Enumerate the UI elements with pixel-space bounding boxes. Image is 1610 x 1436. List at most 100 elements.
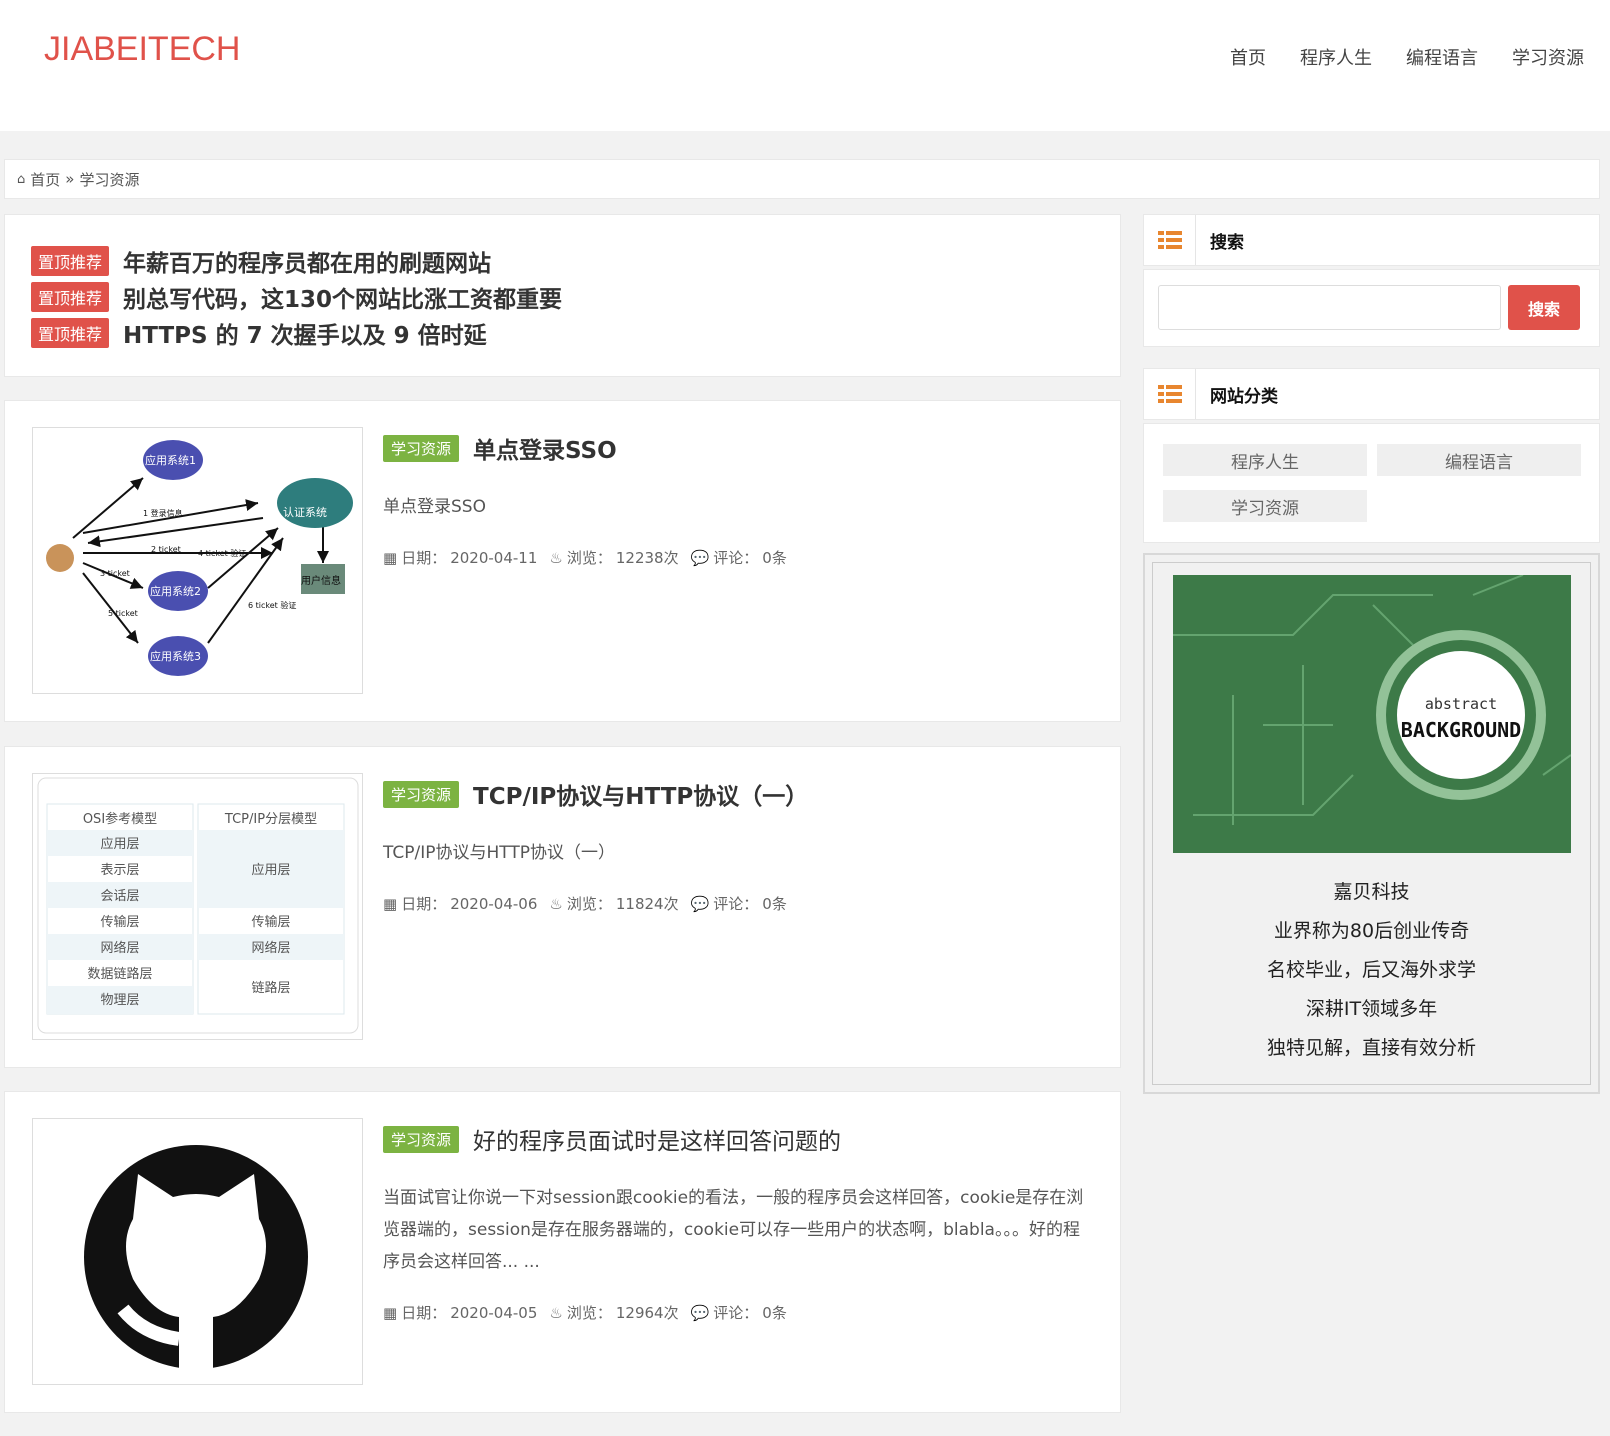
post-card: 应用系统1 认证系统 应用系统2 应用系统3 用户信息 1 登录信息 2 tick… <box>4 400 1121 722</box>
search-widget: 搜索 <box>1143 269 1600 347</box>
search-widget-header: 搜索 <box>1143 214 1600 266</box>
comments-icon: 💬 <box>690 1303 710 1322</box>
post-date: 2020-04-05 <box>450 1303 538 1322</box>
company-ad: abstract BACKGROUND 嘉贝科技 业界称为80后创业传奇 名校毕… <box>1143 553 1600 1094</box>
diagram-node: 应用系统1 <box>145 453 196 467</box>
list-icon <box>1157 231 1182 249</box>
svg-text:应用层: 应用层 <box>251 862 290 878</box>
calendar-icon: ▦ <box>383 894 398 913</box>
svg-text:传输层: 传输层 <box>100 914 139 930</box>
post-views: 12238次 <box>615 549 679 567</box>
post-card: OSI参考模型 TCP/IP分层模型 应用层 表示层 会话层 传输层 网络层 数据链路层 物理… <box>4 746 1121 1068</box>
ad-image[interactable]: abstract BACKGROUND <box>1173 575 1571 853</box>
post-title[interactable]: 单点登录SSO <box>473 431 617 465</box>
nav-home[interactable]: 首页 <box>1230 44 1266 70</box>
search-button[interactable]: 搜索 <box>1508 285 1580 330</box>
svg-text:4 ticket 验证: 4 ticket 验证 <box>198 548 246 558</box>
ad-line: 独特见解，直接有效分析 <box>1266 1037 1476 1059</box>
home-icon: ⌂ <box>17 171 26 187</box>
post-comments: 0条 <box>762 1304 787 1322</box>
diagram-node: 用户信息 <box>301 574 341 587</box>
pinned-badge: 置顶推荐 <box>31 282 110 312</box>
svg-text:2 ticket: 2 ticket <box>151 545 181 554</box>
ad-image-small-text: abstract <box>1425 695 1497 713</box>
post-meta: ▦ 日期： 2020-04-06 ♨ 浏览： 11824次 💬 评论： 0条 <box>383 894 787 914</box>
svg-text:网络层: 网络层 <box>100 940 139 956</box>
svg-text:表示层: 表示层 <box>100 863 139 878</box>
category-badge[interactable]: 学习资源 <box>383 780 460 808</box>
post-excerpt: 单点登录SSO <box>383 497 486 517</box>
svg-text:6 ticket 验证: 6 ticket 验证 <box>248 600 296 610</box>
post-card: 学习资源 好的程序员面试时是这样回答问题的 当面试官让你说一下对session跟c… <box>4 1091 1121 1413</box>
comments-icon: 💬 <box>690 548 710 567</box>
post-meta: ▦ 日期： 2020-04-05 ♨ 浏览： 12964次 💬 评论： 0条 <box>383 1303 787 1323</box>
pinned-post-title[interactable]: HTTPS 的 7 次握手以及 9 倍时延 <box>123 316 487 350</box>
post-thumbnail-github-logo[interactable] <box>32 1118 363 1385</box>
search-input[interactable] <box>1158 285 1501 330</box>
pinned-posts: 置顶推荐 年薪百万的程序员都在用的刷题网站 置顶推荐 别总写代码，这130个网站比涨… <box>4 214 1121 377</box>
breadcrumb-current: 学习资源 <box>79 170 140 189</box>
pinned-badge: 置顶推荐 <box>31 246 110 276</box>
pinned-badge: 置顶推荐 <box>31 318 110 348</box>
category-link[interactable]: 程序人生 <box>1163 444 1367 476</box>
widget-title: 搜索 <box>1210 232 1244 253</box>
post-excerpt: 当面试官让你说一下对session跟cookie的看法，一般的程序员会这样回答，… <box>383 1188 1084 1272</box>
pinned-post-title[interactable]: 年薪百万的程序员都在用的刷题网站 <box>123 244 491 278</box>
fire-icon: ♨ <box>549 548 563 567</box>
ad-line: 名校毕业，后又海外求学 <box>1266 959 1476 981</box>
pinned-post[interactable]: 置顶推荐 别总写代码，这130个网站比涨工资都重要 <box>31 279 1094 315</box>
post-views: 11824次 <box>615 895 679 913</box>
ad-line: 业界称为80后创业传奇 <box>1273 920 1470 942</box>
svg-text:TCP/IP分层模型: TCP/IP分层模型 <box>224 812 317 827</box>
svg-text:应用层: 应用层 <box>100 836 139 852</box>
pinned-post-title[interactable]: 别总写代码，这130个网站比涨工资都重要 <box>123 280 562 314</box>
post-title[interactable]: TCP/IP协议与HTTP协议（一） <box>473 777 808 811</box>
svg-text:传输层: 传输层 <box>251 914 290 930</box>
widget-title: 网站分类 <box>1210 386 1278 407</box>
breadcrumb-home[interactable]: 首页 <box>30 169 60 190</box>
pinned-post[interactable]: 置顶推荐 HTTPS 的 7 次握手以及 9 倍时延 <box>31 315 1094 351</box>
calendar-icon: ▦ <box>383 548 398 567</box>
svg-text:数据链路层: 数据链路层 <box>87 966 152 982</box>
post-meta: ▦ 日期： 2020-04-11 ♨ 浏览： 12238次 💬 评论： 0条 <box>383 548 787 568</box>
diagram-node: 认证系统 <box>283 506 327 519</box>
post-comments: 0条 <box>762 895 787 913</box>
category-link[interactable]: 学习资源 <box>1163 490 1367 522</box>
categories-widget: 程序人生 编程语言 学习资源 <box>1143 423 1600 543</box>
svg-text:OSI参考模型: OSI参考模型 <box>83 811 157 827</box>
site-logo[interactable]: JIABEITECH <box>44 30 240 69</box>
diagram-node: 应用系统2 <box>150 584 201 598</box>
post-thumbnail-osi-table[interactable]: OSI参考模型 TCP/IP分层模型 应用层 表示层 会话层 传输层 网络层 数据链路层 物理… <box>32 773 363 1040</box>
ad-image-big-text: BACKGROUND <box>1401 718 1521 742</box>
diagram-node: 应用系统3 <box>150 649 201 663</box>
svg-text:3 ticket: 3 ticket <box>100 569 130 578</box>
breadcrumb-separator: » <box>65 170 75 188</box>
fire-icon: ♨ <box>549 894 563 913</box>
post-date: 2020-04-11 <box>450 548 538 567</box>
post-date: 2020-04-06 <box>450 894 538 913</box>
nav-programmer-life[interactable]: 程序人生 <box>1300 44 1372 70</box>
svg-text:物理层: 物理层 <box>100 993 139 1008</box>
svg-text:1 登录信息: 1 登录信息 <box>143 508 183 518</box>
list-icon <box>1157 385 1182 403</box>
post-thumbnail-sso-diagram[interactable]: 应用系统1 认证系统 应用系统2 应用系统3 用户信息 1 登录信息 2 tick… <box>32 427 363 694</box>
ad-line: 嘉贝科技 <box>1333 881 1410 903</box>
breadcrumb: ⌂ 首页 » 学习资源 <box>4 159 1600 199</box>
category-badge[interactable]: 学习资源 <box>383 1125 460 1153</box>
ad-line: 深耕IT领域多年 <box>1305 998 1438 1020</box>
fire-icon: ♨ <box>549 1303 563 1322</box>
post-title[interactable]: 好的程序员面试时是这样回答问题的 <box>473 1122 841 1156</box>
nav-programming-languages[interactable]: 编程语言 <box>1406 44 1478 70</box>
svg-text:网络层: 网络层 <box>251 940 290 956</box>
pinned-post[interactable]: 置顶推荐 年薪百万的程序员都在用的刷题网站 <box>31 243 1094 279</box>
comments-icon: 💬 <box>690 894 710 913</box>
main-nav: 首页 程序人生 编程语言 学习资源 <box>1230 44 1584 70</box>
svg-text:5 ticket: 5 ticket <box>108 609 138 618</box>
nav-learning-resources[interactable]: 学习资源 <box>1512 44 1584 70</box>
category-badge[interactable]: 学习资源 <box>383 434 460 462</box>
site-header: JIABEITECH 首页 程序人生 编程语言 学习资源 <box>0 0 1610 131</box>
post-views: 12964次 <box>615 1304 679 1322</box>
category-link[interactable]: 编程语言 <box>1377 444 1581 476</box>
post-excerpt: TCP/IP协议与HTTP协议（一） <box>383 843 616 863</box>
svg-text:会话层: 会话层 <box>100 889 139 904</box>
